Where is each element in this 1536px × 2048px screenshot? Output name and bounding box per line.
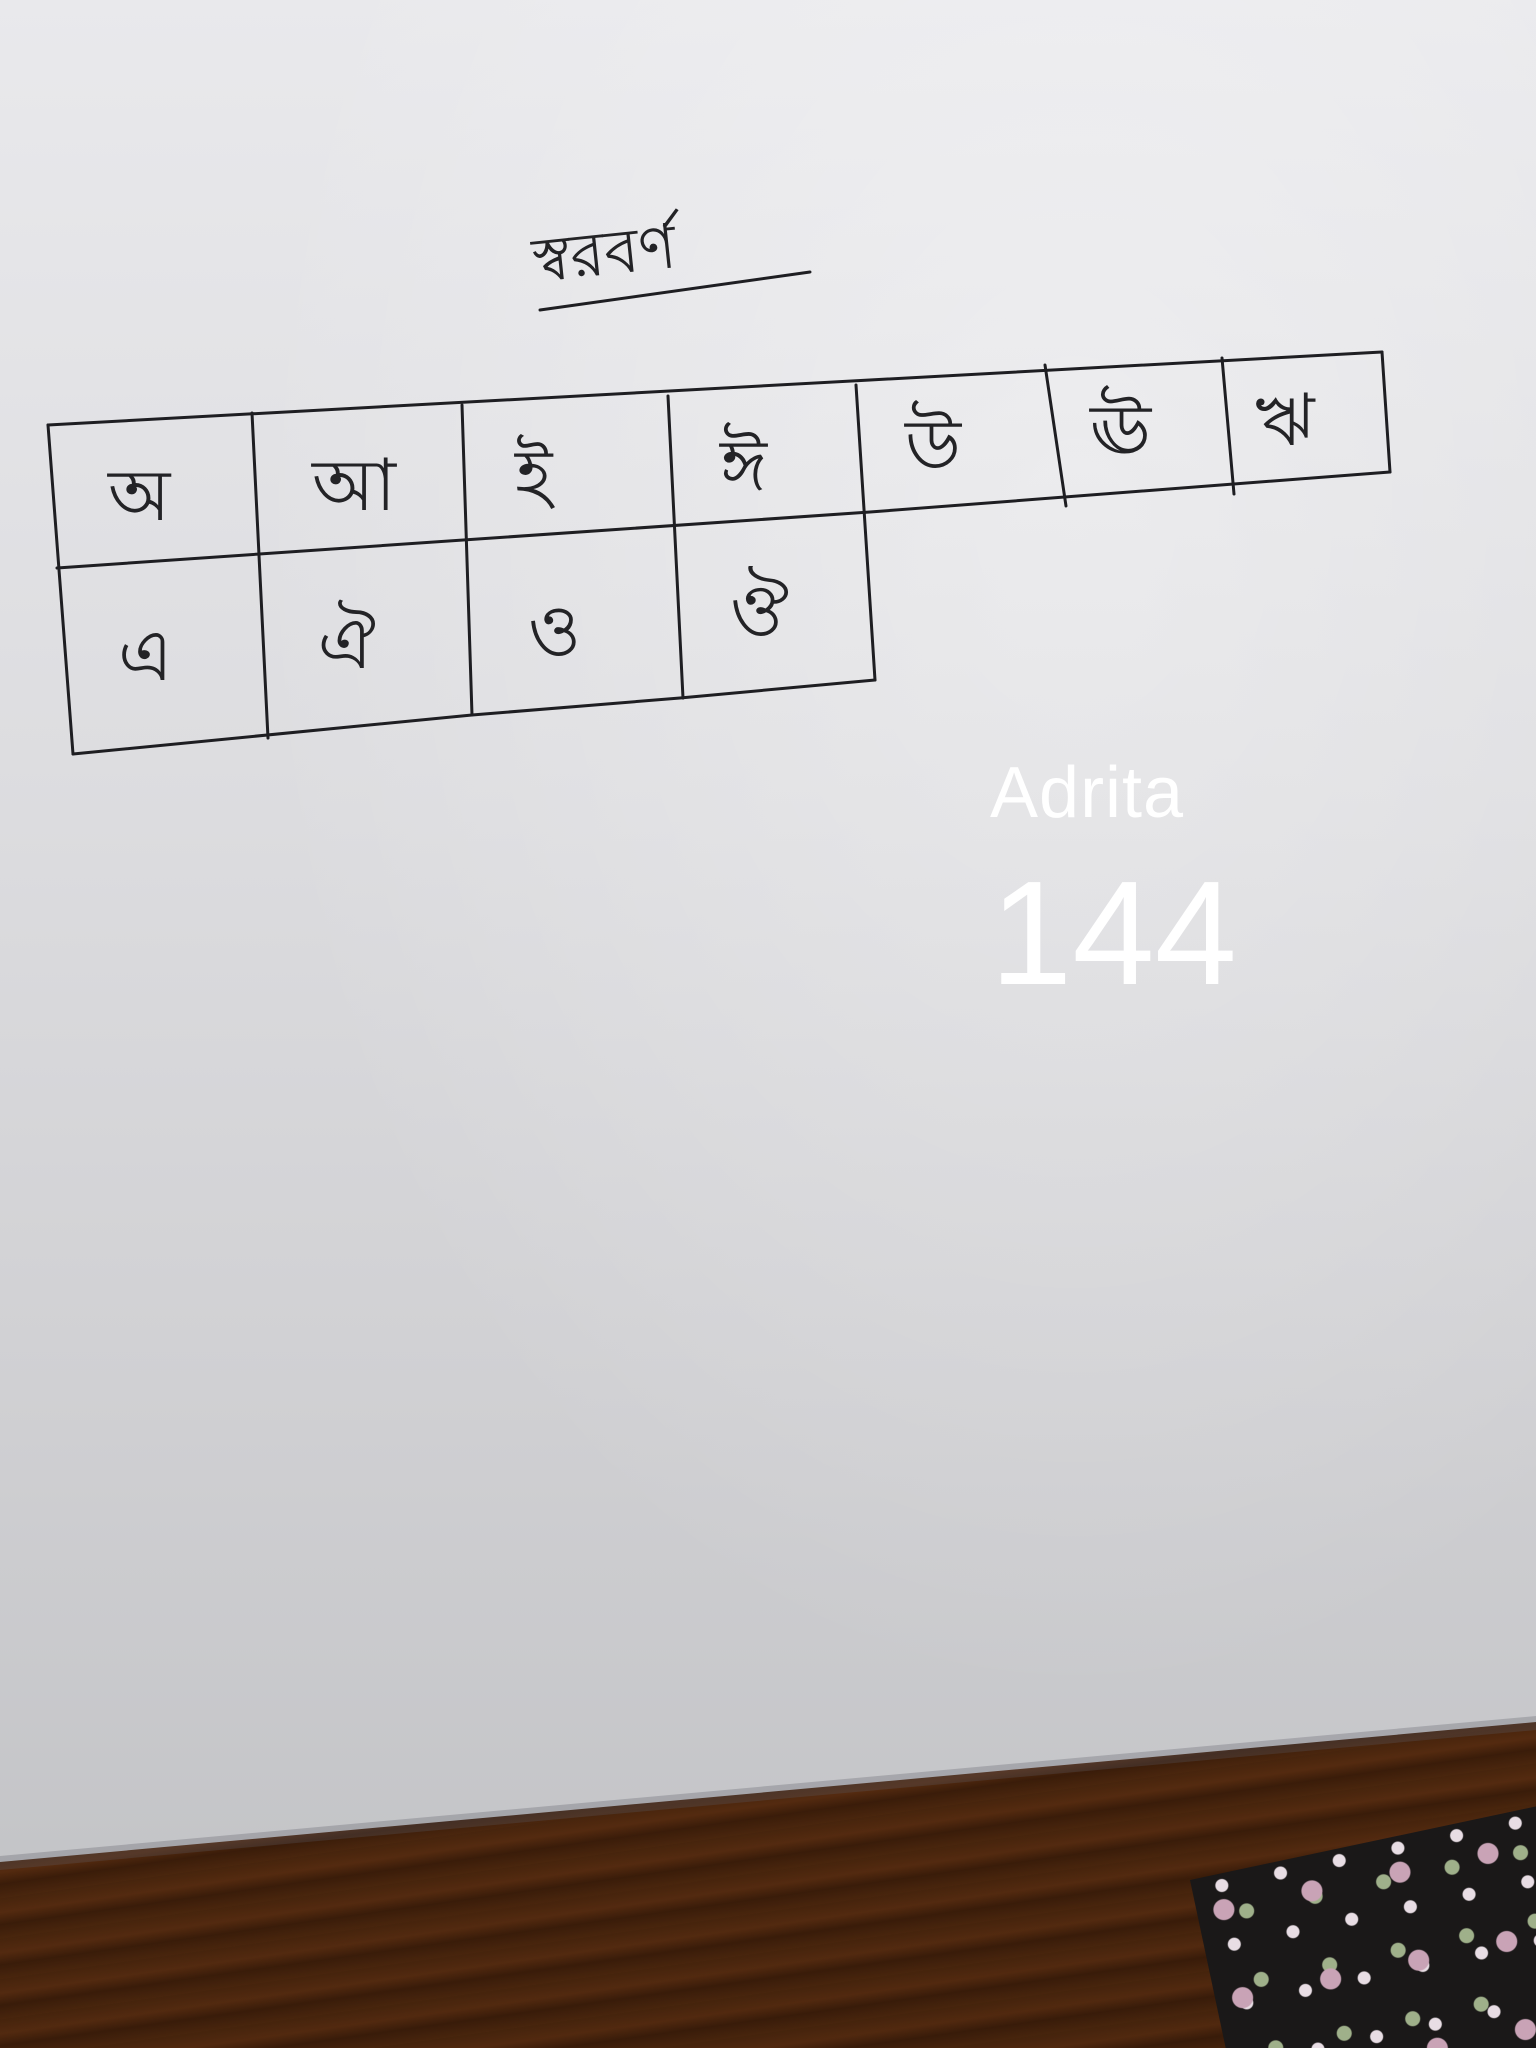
vowel-cell-5: উ [904,400,963,487]
vowel-cell-6: ঊ [1089,385,1153,472]
vowel-cell-10: ও [528,588,581,672]
vowel-table-grid [46,350,1392,756]
overlay-number-label: 144 [990,851,1237,1016]
heading-text: স্বরবর্ণ [528,208,686,297]
vowel-cell-8: এ [118,613,173,697]
handwritten-page: স্বরবর্ণ অ আ ই ঈ উ ঊ ঋ এ ঐ ও ঔ [46,208,1392,756]
vowel-cell-2: আ [311,443,397,527]
vowel-cell-7: ঋ [1255,378,1316,462]
vowel-cell-4: ঈ [719,422,768,507]
vowel-cell-3: ই [514,433,555,517]
overlay-name-label: Adrita [990,753,1185,833]
vowel-cell-1: অ [107,453,172,537]
vowel-cell-11: ঔ [730,566,789,652]
vowel-cell-9: ঐ [318,599,376,685]
